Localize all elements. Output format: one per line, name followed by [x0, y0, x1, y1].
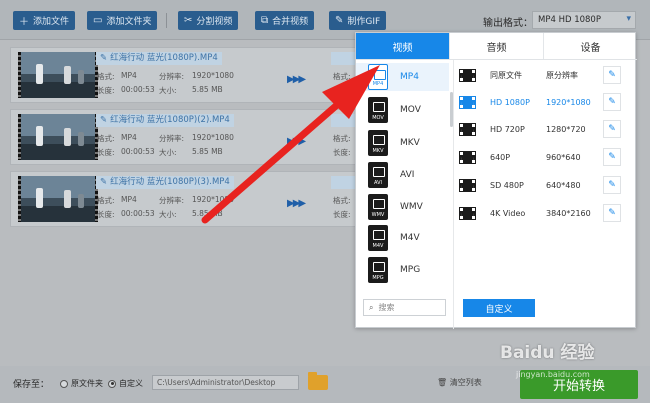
edit-icon[interactable]: ✎ — [603, 204, 621, 222]
add-file-button[interactable]: ＋添加文件 — [13, 11, 76, 30]
edit-icon[interactable]: ✎ — [603, 120, 621, 138]
make-gif-button[interactable]: ✎ 制作GIF — [329, 11, 387, 30]
pencil-icon: ✎ — [100, 53, 108, 63]
baidu-watermark-logo: Baidu 经验 — [500, 343, 595, 363]
gif-icon: ✎ — [335, 15, 344, 26]
film-icon — [459, 150, 476, 164]
quality-row[interactable]: 同原文件 原分辨率 ✎ — [459, 65, 632, 85]
m4v-file-icon: M4V — [368, 225, 388, 251]
convert-arrow-icon: ▶▶▶ — [287, 74, 306, 85]
format-item-mpg[interactable]: MPG MPG — [368, 256, 448, 284]
tab-device[interactable]: 设备 — [543, 33, 637, 59]
video-thumbnail — [18, 176, 98, 222]
edit-icon[interactable]: ✎ — [603, 148, 621, 166]
radio-custom-folder[interactable]: 自定义 — [108, 378, 143, 389]
quality-row[interactable]: SD 480P 640*480 ✎ — [459, 175, 632, 195]
scissors-icon: ✂ — [184, 15, 193, 26]
merge-icon: ⧉ — [261, 15, 269, 26]
video-thumbnail — [18, 52, 98, 98]
radio-checked-icon — [108, 379, 116, 388]
format-list: MP4 MP4 MOV MOV MKV MKV AVI AVI WMV WMV M4V M4… — [356, 60, 454, 329]
wmv-file-icon: WMV — [368, 194, 388, 220]
format-popup: 视频 音频 设备 MP4 MP4 MOV MOV MKV MKV AVI AVI WMV… — [355, 32, 637, 329]
film-icon — [459, 206, 476, 220]
film-icon — [459, 68, 476, 82]
format-item-avi[interactable]: AVI AVI — [368, 161, 448, 189]
mp4-file-icon: MP4 — [368, 64, 388, 90]
film-icon — [459, 122, 476, 136]
output-format-label: 输出格式： — [483, 18, 533, 29]
search-icon: ⌕ — [369, 302, 374, 312]
radio-source-folder[interactable]: 原文件夹 — [60, 378, 103, 389]
custom-button[interactable]: 自定义 — [463, 299, 535, 317]
file-name[interactable]: ✎ 红海行动 蓝光(1080P)(2).MP4 — [96, 114, 234, 127]
chevron-down-icon: ▾ — [626, 14, 631, 24]
video-thumbnail — [18, 114, 98, 160]
convert-arrow-icon: ▶▶▶ — [287, 198, 306, 209]
radio-icon — [60, 379, 68, 388]
merge-video-button[interactable]: ⧉ 合并视频 — [255, 11, 315, 30]
file-list: ✎ 红海行动 蓝光(1080P).MP4 格式: MP4 分辨率: 1920*1080… — [10, 43, 361, 353]
avi-file-icon: AVI — [368, 162, 388, 188]
output-format-select[interactable]: MP4 HD 1080P ▾ — [532, 11, 636, 29]
format-item-mp4[interactable]: MP4 MP4 — [356, 63, 449, 91]
save-to-label: 保存至： — [13, 380, 50, 390]
mpg-file-icon: MPG — [368, 257, 388, 283]
format-search-input[interactable]: ⌕ 搜索 — [363, 299, 446, 316]
file-card[interactable]: ✎ 红海行动 蓝光(1080P).MP4 格式: MP4 分辨率: 1920*1080… — [10, 47, 361, 103]
film-icon — [459, 95, 476, 109]
quality-row[interactable]: HD 1080P 1920*1080 ✎ — [459, 92, 632, 112]
file-name[interactable]: ✎ 红海行动 蓝光(1080P)(3).MP4 — [96, 176, 234, 189]
tab-video[interactable]: 视频 — [356, 33, 449, 59]
tab-audio[interactable]: 音频 — [449, 33, 543, 59]
plus-icon: ＋ — [19, 17, 29, 28]
format-item-m4v[interactable]: M4V M4V — [368, 224, 448, 252]
format-item-mkv[interactable]: MKV MKV — [368, 129, 448, 157]
edit-icon[interactable]: ✎ — [603, 176, 621, 194]
output-path-field[interactable]: C:\Users\Administrator\Desktop — [152, 375, 299, 390]
format-list-scrollbar[interactable] — [450, 92, 453, 127]
file-name[interactable]: ✎ 红海行动 蓝光(1080P).MP4 — [96, 52, 222, 65]
edit-icon[interactable]: ✎ — [603, 93, 621, 111]
format-tabs: 视频 音频 设备 — [356, 33, 637, 60]
format-item-wmv[interactable]: WMV WMV — [368, 193, 448, 221]
folder-icon[interactable] — [308, 372, 328, 390]
trash-icon: 🗑 — [437, 378, 450, 387]
format-item-mov[interactable]: MOV MOV — [368, 96, 448, 124]
quality-row[interactable]: 4K Video 3840*2160 ✎ — [459, 203, 632, 223]
baidu-watermark-url: jingyan.baidu.com — [516, 370, 590, 379]
mov-file-icon: MOV — [368, 97, 388, 123]
quality-row[interactable]: HD 720P 1280*720 ✎ — [459, 119, 632, 139]
mkv-file-icon: MKV — [368, 130, 388, 156]
file-card[interactable]: ✎ 红海行动 蓝光(1080P)(2).MP4 格式: MP4 分辨率: 1920*1… — [10, 109, 361, 165]
pencil-icon: ✎ — [100, 177, 108, 187]
toolbar-divider — [166, 13, 167, 28]
add-folder-button[interactable]: ▭ 添加文件夹 — [87, 11, 158, 30]
split-video-button[interactable]: ✂ 分割视频 — [178, 11, 239, 30]
folder-icon: ▭ — [93, 15, 103, 26]
file-card[interactable]: ✎ 红海行动 蓝光(1080P)(3).MP4 格式: MP4 分辨率: 1920*1… — [10, 171, 361, 227]
film-icon — [459, 178, 476, 192]
pencil-icon: ✎ — [100, 115, 108, 125]
quality-row[interactable]: 640P 960*640 ✎ — [459, 147, 632, 167]
convert-arrow-icon: ▶▶▶ — [287, 136, 306, 147]
edit-icon[interactable]: ✎ — [603, 66, 621, 84]
clear-list-button[interactable]: 🗑 清空列表 — [437, 377, 482, 388]
